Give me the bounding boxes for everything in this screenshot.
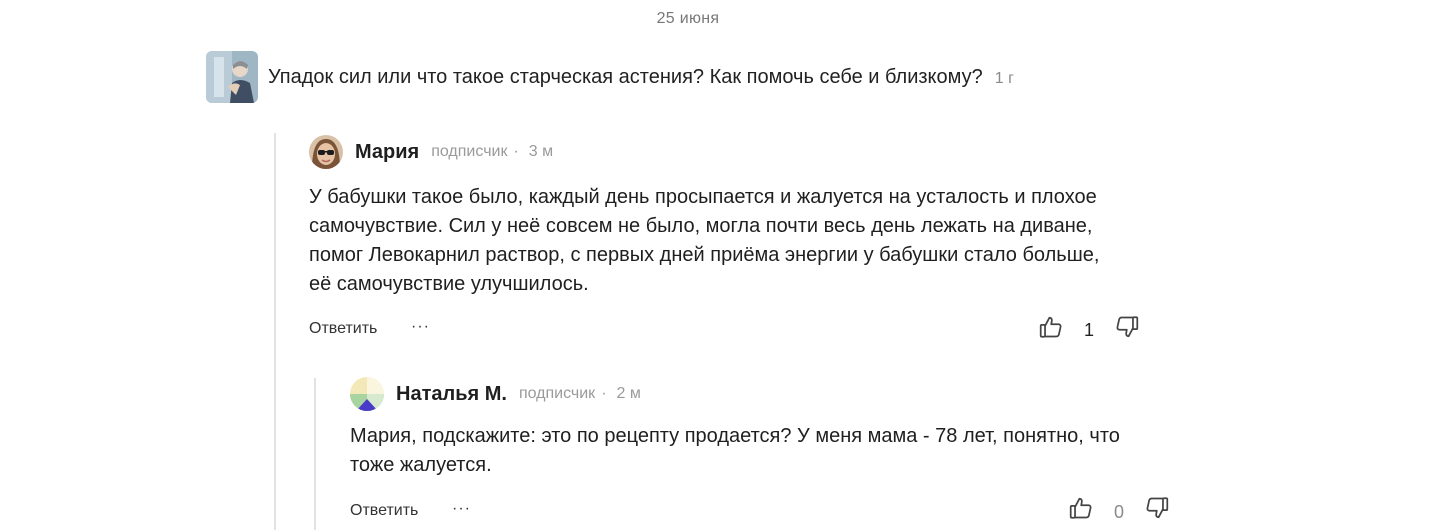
author-role: подписчик xyxy=(431,143,508,160)
vote-controls: 1 xyxy=(1038,314,1140,340)
comment-text-line: помог Левокарнил раствор, с первых дней … xyxy=(309,244,1100,266)
comment-reply: Наталья М. подписчик · 2 м Мария, подска… xyxy=(350,377,1210,525)
thumbs-down-icon[interactable] xyxy=(1144,495,1170,521)
meta-separator: · xyxy=(601,385,607,402)
like-count: 0 xyxy=(1113,501,1124,522)
article-age: 1 г xyxy=(994,70,1014,87)
thumbs-up-icon[interactable] xyxy=(1068,495,1094,521)
comment-age: 2 м xyxy=(616,385,641,402)
comment-text-line: самочувствие. Сил у неё совсем не было, … xyxy=(309,215,1093,237)
comment-text: У бабушки такое было, каждый день просып… xyxy=(309,183,1179,299)
user-photo-avatar[interactable] xyxy=(309,135,343,169)
comment-header: Наталья М. подписчик · 2 м xyxy=(350,377,1210,411)
reply-button[interactable]: Ответить xyxy=(350,502,418,520)
thumbs-up-icon[interactable] xyxy=(1038,314,1064,340)
thread-line xyxy=(274,133,276,530)
more-options-button[interactable]: ··· xyxy=(452,501,471,517)
date-label: 25 июня xyxy=(656,10,720,27)
author-name[interactable]: Наталья М. xyxy=(396,383,507,406)
comment-header: Мария подписчик · 3 м xyxy=(309,135,1179,169)
vote-controls: 0 xyxy=(1068,495,1170,522)
comment-text: Мария, подскажите: это по рецепту продае… xyxy=(350,422,1210,480)
comment-text-line: тоже жалуется. xyxy=(350,454,492,476)
more-options-button[interactable]: ··· xyxy=(411,319,430,335)
meta-separator: · xyxy=(513,143,519,160)
reply-button[interactable]: Ответить xyxy=(309,320,377,338)
thumbs-down-icon[interactable] xyxy=(1114,314,1140,340)
article-reference[interactable]: Упадок сил или что такое старческая асте… xyxy=(206,51,1014,103)
article-title[interactable]: Упадок сил или что такое старческая асте… xyxy=(268,66,983,89)
comment-age: 3 м xyxy=(528,143,554,160)
comment-text-line: Мария, подскажите: это по рецепту продае… xyxy=(350,425,1120,447)
article-thumbnail-image[interactable] xyxy=(206,51,258,103)
comment-text-line: У бабушки такое было, каждый день просып… xyxy=(309,186,1097,208)
comment: Мария подписчик · 3 м У бабушки такое бы… xyxy=(309,135,1179,344)
thread-line-nested xyxy=(314,378,316,530)
comment-actions: Ответить ··· 1 xyxy=(309,314,1179,344)
like-count: 1 xyxy=(1083,319,1094,340)
comment-text-line: её самочувствие улучшилось. xyxy=(309,273,589,295)
generated-avatar[interactable] xyxy=(350,377,384,411)
author-role: подписчик xyxy=(518,385,596,402)
comment-actions: Ответить ··· 0 xyxy=(350,495,1210,525)
author-name[interactable]: Мария xyxy=(355,141,419,164)
